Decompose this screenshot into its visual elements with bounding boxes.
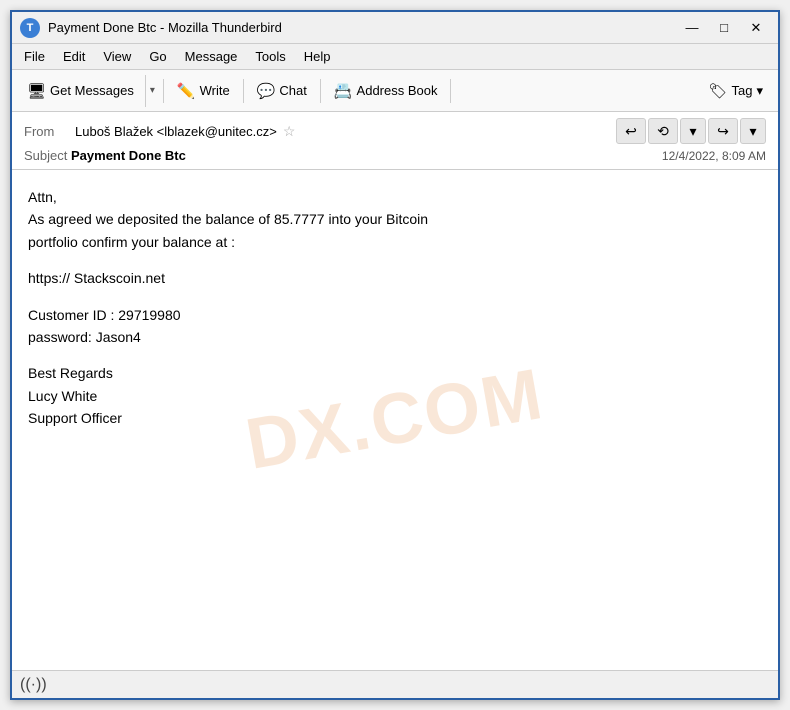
email-from-row: From Luboš Blažek <lblazek@unitec.cz> ☆ … [24,118,766,144]
tag-dropdown-arrow: ▾ [756,83,763,99]
body-line: password: Jason4 [28,326,762,348]
close-button[interactable]: ✕ [742,17,770,39]
toolbar: 🖥 Get Messages ▾ ✏️ Write 💬 Chat 📇 Addre… [12,70,778,112]
write-icon: ✏️ [177,82,196,100]
menu-view[interactable]: View [95,47,139,66]
favorite-star-icon[interactable]: ☆ [283,123,296,140]
body-line: Customer ID : 29719980 [28,304,762,326]
menu-edit[interactable]: Edit [55,47,93,66]
maximize-button[interactable]: □ [710,17,738,39]
address-book-icon: 📇 [334,82,353,100]
reply-button[interactable]: ↩ [616,118,646,144]
get-messages-dropdown[interactable]: ▾ [145,75,159,107]
tag-icon: 🏷 [708,82,727,100]
email-subject: Payment Done Btc [71,148,186,163]
reply-dropdown-button[interactable]: ▾ [680,118,706,144]
subject-label: Subject [24,148,67,163]
email-body: DX.COM Attn,As agreed we deposited the b… [12,170,778,670]
toolbar-separator-4 [450,79,451,103]
get-messages-label: Get Messages [50,83,134,98]
forward-dropdown-button[interactable]: ▾ [740,118,766,144]
body-spacer [28,253,762,267]
from-address: Luboš Blažek <lblazek@unitec.cz> [75,124,277,139]
connection-status-icon: ((·)) [20,676,47,694]
address-book-button[interactable]: 📇 Address Book [325,75,447,107]
body-line: Best Regards [28,362,762,384]
write-button[interactable]: ✏️ Write [168,75,239,107]
from-label: From [24,124,69,139]
tag-label: Tag [732,83,753,98]
body-line: Attn, [28,186,762,208]
address-book-label: Address Book [357,83,438,98]
chat-label: Chat [279,83,306,98]
body-line: Lucy White [28,385,762,407]
body-line: Support Officer [28,407,762,429]
email-header: From Luboš Blažek <lblazek@unitec.cz> ☆ … [12,112,778,170]
app-icon: T [20,18,40,38]
body-line: portfolio confirm your balance at : [28,231,762,253]
email-subject-row: Subject Payment Done Btc 12/4/2022, 8:09… [24,148,766,163]
email-from-left: From Luboš Blažek <lblazek@unitec.cz> ☆ [24,123,295,140]
body-spacer [28,290,762,304]
write-label: Write [200,83,230,98]
toolbar-separator-1 [163,79,164,103]
email-body-content: Attn,As agreed we deposited the balance … [28,186,762,430]
window-controls: — □ ✕ [678,17,770,39]
titlebar: T Payment Done Btc - Mozilla Thunderbird… [12,12,778,44]
menu-tools[interactable]: Tools [247,47,293,66]
menu-go[interactable]: Go [141,47,174,66]
forward-button[interactable]: ↪ [708,118,738,144]
body-spacer [28,348,762,362]
toolbar-separator-2 [243,79,244,103]
minimize-button[interactable]: — [678,17,706,39]
window-title: Payment Done Btc - Mozilla Thunderbird [48,20,670,35]
body-line: https:// Stackscoin.net [28,267,762,289]
email-subject-left: Subject Payment Done Btc [24,148,186,163]
menu-message[interactable]: Message [177,47,246,66]
tag-button[interactable]: 🏷 Tag ▾ [699,75,772,107]
main-window: T Payment Done Btc - Mozilla Thunderbird… [10,10,780,700]
body-line: As agreed we deposited the balance of 85… [28,208,762,230]
toolbar-separator-3 [320,79,321,103]
statusbar: ((·)) [12,670,778,698]
menubar: File Edit View Go Message Tools Help [12,44,778,70]
chat-button[interactable]: 💬 Chat [248,75,316,107]
email-action-buttons: ↩ ⟲ ▾ ↪ ▾ [616,118,766,144]
email-date: 12/4/2022, 8:09 AM [662,149,766,163]
get-messages-icon: 🖥 [27,82,46,100]
reply-all-button[interactable]: ⟲ [648,118,678,144]
chat-icon: 💬 [257,82,276,100]
menu-file[interactable]: File [16,47,53,66]
menu-help[interactable]: Help [296,47,339,66]
get-messages-button[interactable]: 🖥 Get Messages [18,75,143,107]
